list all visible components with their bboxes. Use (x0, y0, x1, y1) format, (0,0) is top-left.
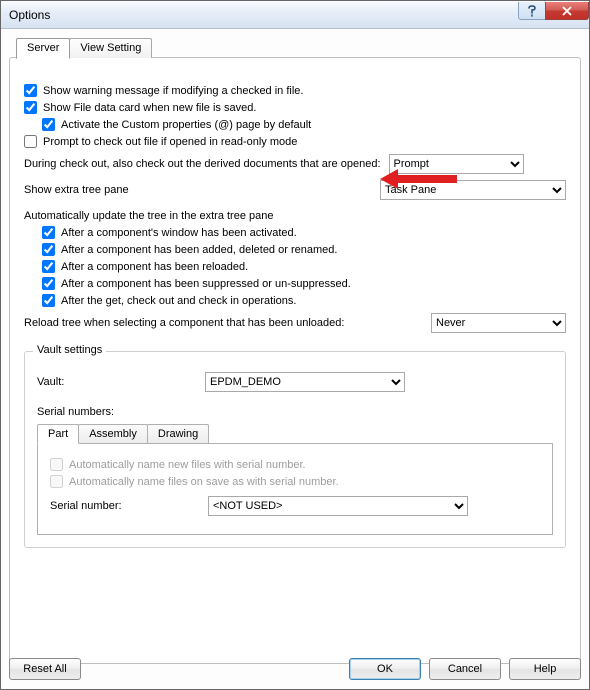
tree-pane-label: Show extra tree pane (24, 184, 224, 196)
check-activate-custom-box[interactable] (42, 118, 55, 131)
check-serial-auto-new-box (50, 458, 63, 471)
serial-panel: Automatically name new files with serial… (37, 443, 553, 535)
reload-label: Reload tree when selecting a component t… (24, 317, 344, 329)
check-auto-get-checkout[interactable]: After the get, check out and check in op… (42, 294, 566, 307)
vault-settings-legend: Vault settings (33, 344, 106, 356)
tab-view-setting[interactable]: View Setting (69, 38, 152, 58)
check-prompt-checkout-box[interactable] (24, 135, 37, 148)
main-tabset: Server View Setting Show warning message… (9, 57, 581, 664)
check-auto-get-checkout-box[interactable] (42, 294, 55, 307)
serial-number-label: Serial number: (50, 500, 200, 512)
check-warn-modify-box[interactable] (24, 84, 37, 97)
check-serial-auto-new[interactable]: Automatically name new files with serial… (50, 458, 540, 471)
window-title: Options (9, 8, 519, 22)
button-bar: Reset All OK Cancel Help (9, 658, 581, 680)
main-tabstrip: Server View Setting (16, 38, 151, 58)
check-prompt-checkout[interactable]: Prompt to check out file if opened in re… (24, 135, 566, 148)
check-serial-auto-save[interactable]: Automatically name files on save as with… (50, 475, 540, 488)
check-auto-added-deleted-box[interactable] (42, 243, 55, 256)
derived-select[interactable]: Prompt (389, 154, 524, 174)
cancel-button[interactable]: Cancel (429, 658, 501, 680)
close-icon (561, 6, 573, 16)
options-dialog: Options Server View Setting (0, 0, 590, 690)
check-activate-custom[interactable]: Activate the Custom properties (@) page … (42, 118, 566, 131)
vault-select[interactable]: EPDM_DEMO (205, 372, 405, 392)
tab-assembly[interactable]: Assembly (78, 424, 148, 443)
close-button[interactable] (545, 2, 589, 20)
check-auto-suppressed-box[interactable] (42, 277, 55, 290)
tab-drawing[interactable]: Drawing (147, 424, 209, 443)
help-button[interactable] (518, 2, 546, 20)
tree-pane-select[interactable]: Task Pane (380, 180, 566, 200)
check-auto-reloaded[interactable]: After a component has been reloaded. (42, 260, 566, 273)
ok-button[interactable]: OK (349, 658, 421, 680)
serial-tabstrip: Part Assembly Drawing (37, 424, 553, 443)
reload-select[interactable]: Never (431, 313, 566, 333)
tab-part[interactable]: Part (37, 424, 79, 444)
window-controls (519, 1, 589, 28)
check-auto-win-activated-box[interactable] (42, 226, 55, 239)
check-auto-suppressed[interactable]: After a component has been suppressed or… (42, 277, 566, 290)
serial-number-select[interactable]: <NOT USED> (208, 496, 468, 516)
titlebar: Options (1, 1, 589, 29)
vault-label: Vault: (37, 376, 197, 388)
check-warn-modify[interactable]: Show warning message if modifying a chec… (24, 84, 566, 97)
vault-settings-group: Vault settings Vault: EPDM_DEMO Serial n… (24, 351, 566, 548)
auto-update-title: Automatically update the tree in the ext… (24, 210, 566, 222)
help-icon (527, 5, 537, 17)
check-serial-auto-save-box (50, 475, 63, 488)
check-show-data-card-box[interactable] (24, 101, 37, 114)
derived-label: During check out, also check out the der… (24, 158, 381, 170)
check-auto-reloaded-box[interactable] (42, 260, 55, 273)
check-show-data-card[interactable]: Show File data card when new file is sav… (24, 101, 566, 114)
serial-numbers-title: Serial numbers: (37, 406, 553, 418)
check-auto-win-activated[interactable]: After a component's window has been acti… (42, 226, 566, 239)
reset-all-button[interactable]: Reset All (9, 658, 81, 680)
tab-server-body: Show warning message if modifying a chec… (10, 58, 580, 663)
help-footer-button[interactable]: Help (509, 658, 581, 680)
tab-server[interactable]: Server (16, 38, 70, 59)
check-auto-added-deleted[interactable]: After a component has been added, delete… (42, 243, 566, 256)
client-area: Server View Setting Show warning message… (1, 29, 589, 689)
